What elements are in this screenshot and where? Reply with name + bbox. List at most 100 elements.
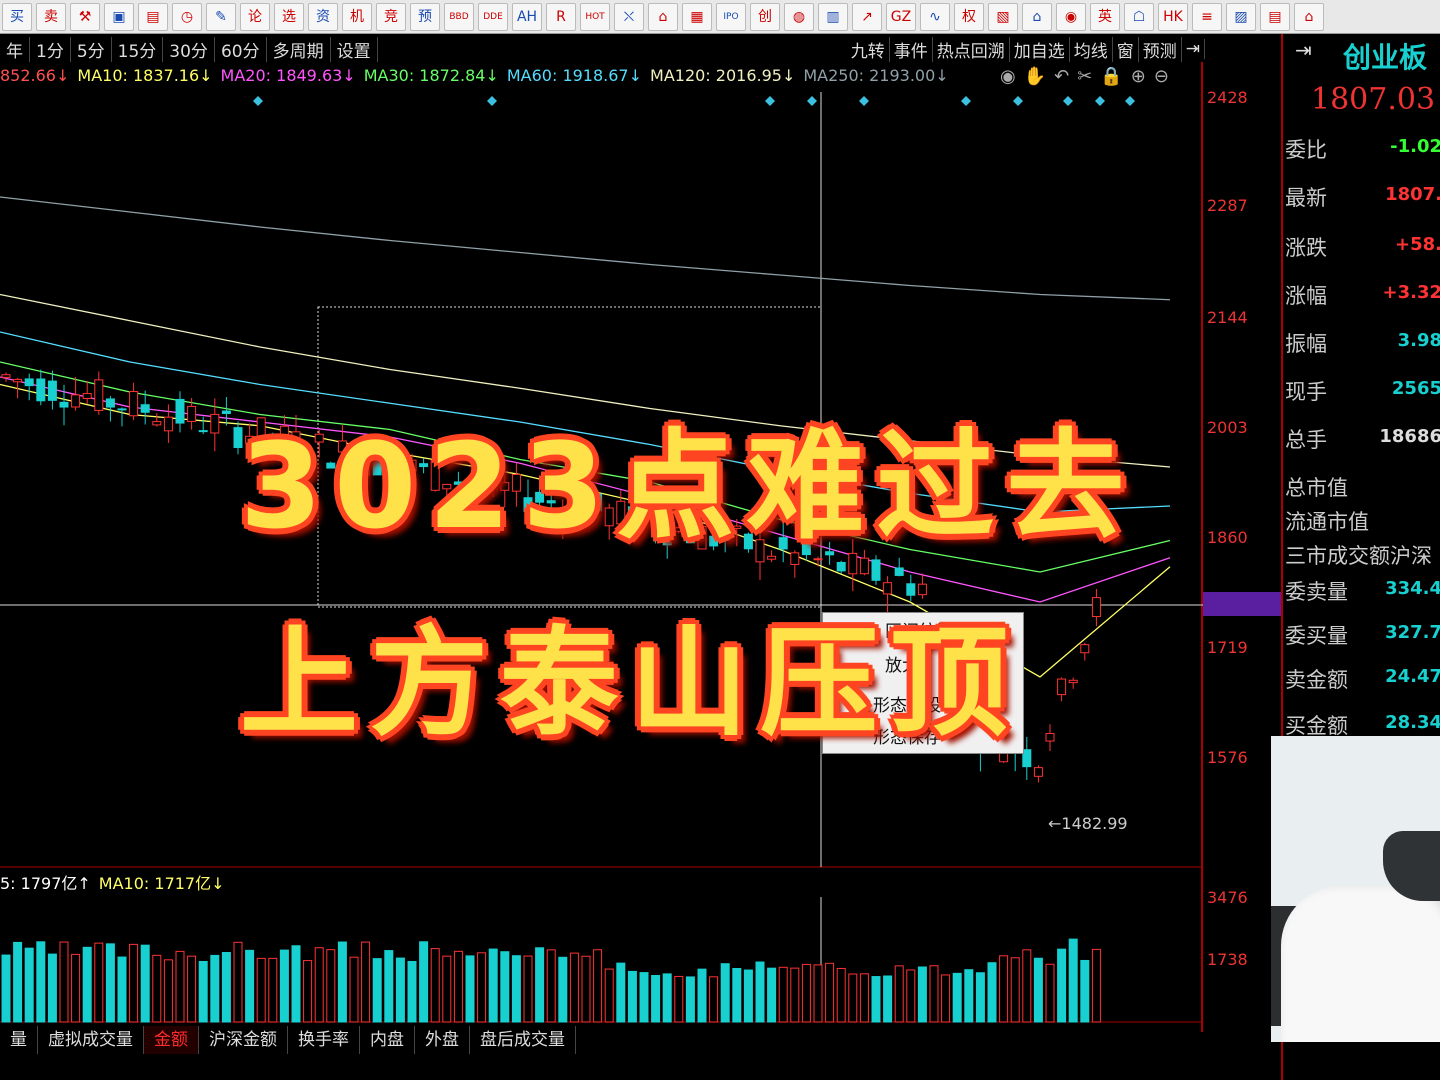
indicator-tab[interactable]: 虚拟成交量	[38, 1026, 144, 1054]
candle-body	[1068, 679, 1078, 684]
candle-body	[163, 416, 173, 432]
candle-body	[558, 507, 568, 521]
hammer-icon[interactable]: ⚒	[70, 2, 100, 31]
ma-legend-item: MA30: 1872.84↓	[363, 66, 499, 85]
grid-icon[interactable]: ▤	[1260, 2, 1290, 31]
period-tab-0[interactable]: 年	[0, 36, 30, 62]
chart-toolbox-icon[interactable]: ◉	[1000, 66, 1016, 87]
candle-body	[279, 425, 289, 443]
dde-icon[interactable]: DDE	[478, 2, 508, 31]
forecast-icon[interactable]: 预	[410, 2, 440, 31]
indicator-tab[interactable]: 盘后成交量	[470, 1026, 576, 1054]
period-tab-4[interactable]: 30分	[163, 36, 215, 62]
quote-label: 卖金额	[1285, 668, 1348, 692]
quote-label: 流通市值	[1285, 510, 1369, 534]
list-icon[interactable]: ▤	[138, 2, 168, 31]
institution-icon[interactable]: 机	[342, 2, 372, 31]
select-icon[interactable]: 选	[274, 2, 304, 31]
chart-tool-2[interactable]: 热点回溯	[933, 36, 1010, 62]
chart-tool-6[interactable]: 预测	[1139, 36, 1182, 62]
indicator-tab[interactable]: 沪深金额	[199, 1026, 288, 1054]
volume-bar	[825, 962, 835, 1023]
menu-item-pattern-save[interactable]: 形态保存	[873, 723, 941, 748]
window-icon[interactable]: ▣	[104, 2, 134, 31]
chart-toolbox-icon[interactable]: ✂	[1077, 66, 1092, 87]
period-tab-2[interactable]: 5分	[71, 36, 112, 62]
ma-legend-item: MA10: 1837.16↓	[77, 66, 213, 85]
sell-icon[interactable]: 卖	[36, 2, 66, 31]
hot-icon[interactable]: HOT	[580, 2, 610, 31]
chart-toolbox-icon[interactable]: ⊕	[1131, 66, 1146, 87]
globe-icon[interactable]: ◍	[784, 2, 814, 31]
context-menu: 区间统计 放大 形态选股 形态保存	[822, 612, 1024, 754]
volume-bar	[105, 943, 115, 1023]
chart-tool-5[interactable]: 窗	[1113, 36, 1139, 62]
menu-item-zoom[interactable]: 放大	[885, 651, 919, 676]
chart-toolbox-icon[interactable]: ✋	[1024, 66, 1046, 87]
period-tab-1[interactable]: 1分	[30, 36, 71, 62]
candle-body	[546, 500, 556, 504]
us-flag-icon[interactable]: ≡	[1192, 2, 1222, 31]
chess-icon[interactable]: ☖	[1124, 2, 1154, 31]
chart-tool-4[interactable]: 均线	[1070, 36, 1113, 62]
bars-icon[interactable]: ▥	[818, 2, 848, 31]
period-tab-5[interactable]: 60分	[215, 36, 267, 62]
wave-icon[interactable]: ∿	[920, 2, 950, 31]
r-icon[interactable]: R	[546, 2, 576, 31]
chart-tool-0[interactable]: 九转	[847, 36, 890, 62]
table-icon[interactable]: ▦	[682, 2, 712, 31]
chart-toolbox-icon[interactable]: ⊖	[1154, 66, 1169, 87]
bid-icon[interactable]: 竞	[376, 2, 406, 31]
chart-tool-1[interactable]: 事件	[890, 36, 933, 62]
chart-tool-3[interactable]: 加自选	[1010, 36, 1070, 62]
warrant-icon[interactable]: 权	[954, 2, 984, 31]
chart-toolbox-icon[interactable]: 🔒	[1100, 66, 1122, 87]
bbd-icon[interactable]: BBD	[444, 2, 474, 31]
price-tick: 2003	[1207, 418, 1248, 437]
candle-body	[430, 459, 440, 491]
period-tab-6[interactable]: 多周期	[267, 36, 331, 62]
indicator-tab[interactable]: 内盘	[360, 1026, 415, 1054]
trend-icon[interactable]: ↗	[852, 2, 882, 31]
gz-icon[interactable]: GZ	[886, 2, 916, 31]
indicator-tab[interactable]: 换手率	[288, 1026, 360, 1054]
indicator-tab[interactable]: 量	[0, 1026, 38, 1054]
ah-icon[interactable]: AH	[512, 2, 542, 31]
candle-body	[477, 478, 487, 486]
forum-icon[interactable]: 论	[240, 2, 270, 31]
menu-item-range-stats[interactable]: 区间统计	[885, 617, 953, 642]
period-tab-7[interactable]: 设置	[331, 36, 378, 62]
bank-icon[interactable]: ⌂	[648, 2, 678, 31]
box-icon[interactable]: ▧	[988, 2, 1018, 31]
clock-icon[interactable]: ◷	[172, 2, 202, 31]
edit-icon[interactable]: ✎	[206, 2, 236, 31]
quote-value: 2565	[1391, 378, 1440, 399]
building-icon[interactable]: ⌂	[1022, 2, 1052, 31]
chinext-icon[interactable]: 创	[750, 2, 780, 31]
period-tab-3[interactable]: 15分	[112, 36, 164, 62]
panel-collapse-icon[interactable]: ⇥	[1295, 38, 1312, 62]
candle-body	[662, 532, 672, 546]
buy-icon[interactable]: 买	[2, 2, 32, 31]
tool-icon[interactable]: ▨	[1226, 2, 1256, 31]
volume-bar	[500, 951, 510, 1023]
candle-body	[1045, 733, 1055, 742]
volume-bar	[221, 951, 231, 1023]
capital-icon[interactable]: 资	[308, 2, 338, 31]
volume-bar	[778, 966, 788, 1023]
chart-icon[interactable]: ⛌	[614, 2, 644, 31]
ipo-icon[interactable]: IPO	[716, 2, 746, 31]
chart-tool-7[interactable]: ⇥	[1182, 39, 1205, 59]
home-icon[interactable]: ⌂	[1294, 2, 1324, 31]
volume-bar	[848, 973, 858, 1023]
indicator-tab[interactable]: 金额	[144, 1026, 199, 1054]
hk-icon[interactable]: HK	[1158, 2, 1188, 31]
candle-body	[175, 398, 185, 424]
disc-icon[interactable]: ◉	[1056, 2, 1086, 31]
volume-bar	[732, 968, 742, 1023]
indicator-tab[interactable]: 外盘	[415, 1026, 470, 1054]
english-icon[interactable]: 英	[1090, 2, 1120, 31]
volume-legend-item: 5: 1797亿↑	[0, 874, 91, 893]
chart-toolbox-icon[interactable]: ↶	[1054, 66, 1069, 87]
menu-item-pattern-select[interactable]: 形态选股	[873, 691, 941, 716]
